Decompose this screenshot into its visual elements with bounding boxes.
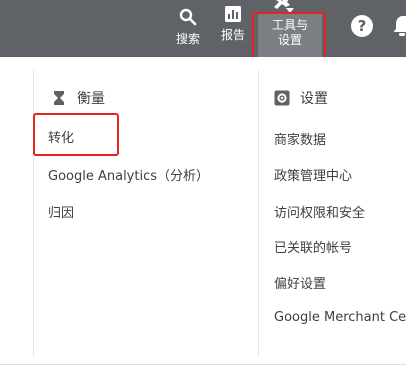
menu-item-google-merchant-center[interactable]: Google Merchant Cen: [274, 310, 406, 325]
tools-label-line1: 工具与: [271, 18, 308, 32]
bar-chart-icon: [225, 6, 241, 22]
menu-item-google-analytics[interactable]: Google Analytics（分析）: [48, 165, 209, 184]
gear-icon: [274, 90, 290, 106]
bell-icon[interactable]: [394, 14, 406, 36]
measurement-heading-label: 衡量: [77, 91, 105, 107]
column-divider: [33, 70, 34, 357]
menu-item-policy-manager[interactable]: 政策管理中心: [274, 165, 352, 184]
search-button[interactable]: 搜索: [174, 8, 202, 46]
menu-item-attribution[interactable]: 归因: [48, 202, 74, 221]
search-icon: [179, 8, 197, 26]
tools-label-line2: 设置: [277, 33, 302, 47]
menu-item-conversions[interactable]: 转化: [48, 127, 74, 146]
tools-and-settings-button[interactable]: 工具与 设置: [258, 14, 322, 57]
help-icon[interactable]: ?: [351, 15, 373, 37]
reports-label: 报告: [220, 28, 245, 42]
menu-item-linked-accounts[interactable]: 已关联的帐号: [274, 237, 352, 256]
hourglass-icon: [54, 91, 64, 105]
settings-heading: 设置: [274, 88, 328, 108]
chevron-down-icon: [286, 8, 294, 13]
menu-item-access-and-security[interactable]: 访问权限和安全: [274, 202, 365, 221]
bottom-divider: [0, 364, 406, 365]
menu-item-business-data[interactable]: 商家数据: [274, 129, 326, 148]
menu-item-preferences[interactable]: 偏好设置: [274, 273, 326, 292]
measurement-heading: 衡量: [51, 88, 105, 108]
column-divider: [258, 70, 259, 357]
search-label: 搜索: [175, 32, 200, 46]
settings-heading-label: 设置: [300, 91, 328, 107]
top-navigation-bar: [0, 0, 406, 57]
reports-button[interactable]: 报告: [218, 5, 248, 42]
